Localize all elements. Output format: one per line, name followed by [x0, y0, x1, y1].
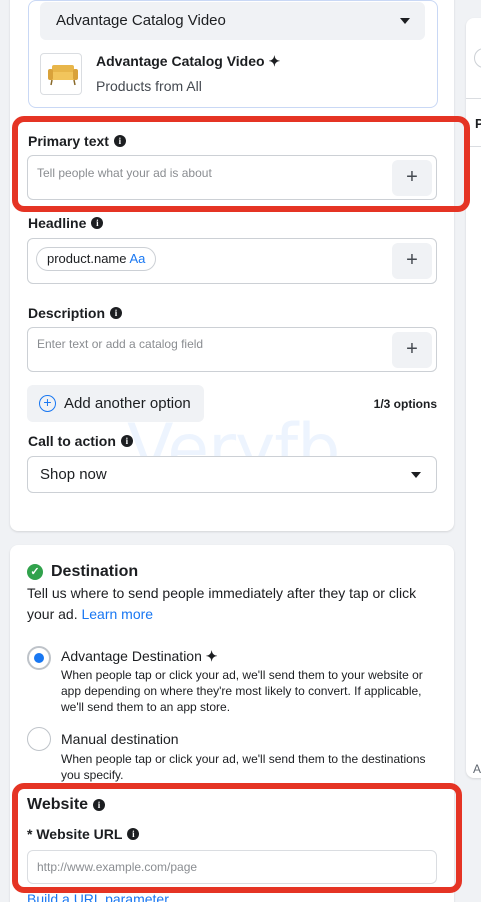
info-icon[interactable]: i	[113, 135, 126, 147]
catalog-format-value: Advantage Catalog Video	[56, 12, 226, 29]
manual-destination-radio[interactable]	[27, 727, 51, 751]
add-another-option-button[interactable]: + Add another option	[27, 385, 204, 422]
catalog-item-title-text: Advantage Catalog Video	[96, 53, 265, 69]
preview-toggle[interactable]	[474, 48, 481, 68]
add-primary-text-button[interactable]: +	[392, 160, 432, 196]
primary-text-label: Primary text i	[28, 133, 126, 149]
description-input[interactable]: Enter text or add a catalog field +	[27, 327, 437, 372]
description-label-text: Description	[28, 305, 106, 321]
check-circle-icon: ✓	[27, 564, 43, 580]
add-headline-button[interactable]: +	[392, 243, 432, 279]
text-format-icon: Aa	[129, 251, 146, 266]
headline-label-text: Headline	[28, 215, 87, 231]
sparkle-icon: ✦	[205, 648, 218, 664]
call-to-action-label: Call to action i	[28, 433, 133, 449]
info-icon[interactable]: i	[110, 307, 123, 319]
description-placeholder: Enter text or add a catalog field	[37, 337, 204, 351]
manual-destination-title: Manual destination	[61, 731, 179, 747]
catalog-format-select[interactable]: Advantage Catalog Video	[40, 2, 425, 40]
destination-description: Tell us where to send people immediately…	[27, 583, 442, 625]
info-icon[interactable]: i	[127, 828, 140, 840]
website-title: Website i	[27, 796, 106, 814]
call-to-action-label-text: Call to action	[28, 433, 116, 449]
armchair-icon	[48, 65, 78, 86]
destination-title-text: Destination	[51, 563, 139, 580]
build-url-parameter-link[interactable]: Build a URL parameter	[27, 891, 169, 902]
preview-panel-footer-text: A	[473, 762, 481, 776]
advantage-destination-radio[interactable]	[27, 646, 51, 670]
website-title-text: Website	[27, 796, 89, 813]
info-icon[interactable]: i	[93, 799, 106, 811]
divider	[466, 146, 481, 147]
add-description-button[interactable]: +	[392, 332, 432, 368]
website-url-placeholder: http://www.example.com/page	[37, 860, 198, 874]
add-another-option-label: Add another option	[64, 395, 191, 412]
website-url-label-text: * Website URL	[27, 826, 123, 842]
advantage-destination-title: Advantage Destination ✦	[61, 648, 218, 665]
headline-label: Headline i	[28, 215, 104, 231]
destination-title: ✓ Destination	[27, 563, 138, 581]
advantage-destination-description: When people tap or click your ad, we'll …	[61, 668, 423, 714]
info-icon[interactable]: i	[91, 217, 104, 229]
primary-text-placeholder: Tell people what your ad is about	[37, 166, 212, 180]
catalog-thumbnail	[40, 53, 82, 95]
learn-more-link[interactable]: Learn more	[81, 606, 153, 622]
options-count: 1/3 options	[373, 397, 437, 411]
primary-text-label-text: Primary text	[28, 133, 109, 149]
preview-panel-heading: P	[475, 116, 481, 131]
preview-panel	[466, 18, 481, 778]
caret-down-icon	[411, 472, 421, 478]
info-icon[interactable]: i	[120, 435, 133, 447]
call-to-action-select[interactable]: Shop now	[27, 456, 437, 493]
catalog-field-chip[interactable]: product.name Aa	[36, 247, 157, 271]
website-url-label: * Website URL i	[27, 826, 140, 842]
catalog-item-title: Advantage Catalog Video ✦	[96, 53, 280, 70]
catalog-item-subtitle: Products from All	[96, 78, 202, 94]
plus-circle-icon: +	[39, 395, 56, 412]
description-label: Description i	[28, 305, 123, 321]
sparkle-icon: ✦	[268, 53, 281, 69]
advantage-destination-title-text: Advantage Destination	[61, 648, 202, 664]
call-to-action-value: Shop now	[40, 466, 107, 483]
headline-input[interactable]: product.name Aa +	[27, 238, 437, 284]
chip-text: product.name	[47, 251, 127, 266]
manual-destination-description: When people tap or click your ad, we'll …	[61, 752, 426, 782]
caret-down-icon	[400, 18, 410, 24]
divider	[466, 98, 481, 99]
website-url-input[interactable]: http://www.example.com/page	[27, 850, 437, 884]
primary-text-input[interactable]: Tell people what your ad is about +	[27, 155, 437, 200]
